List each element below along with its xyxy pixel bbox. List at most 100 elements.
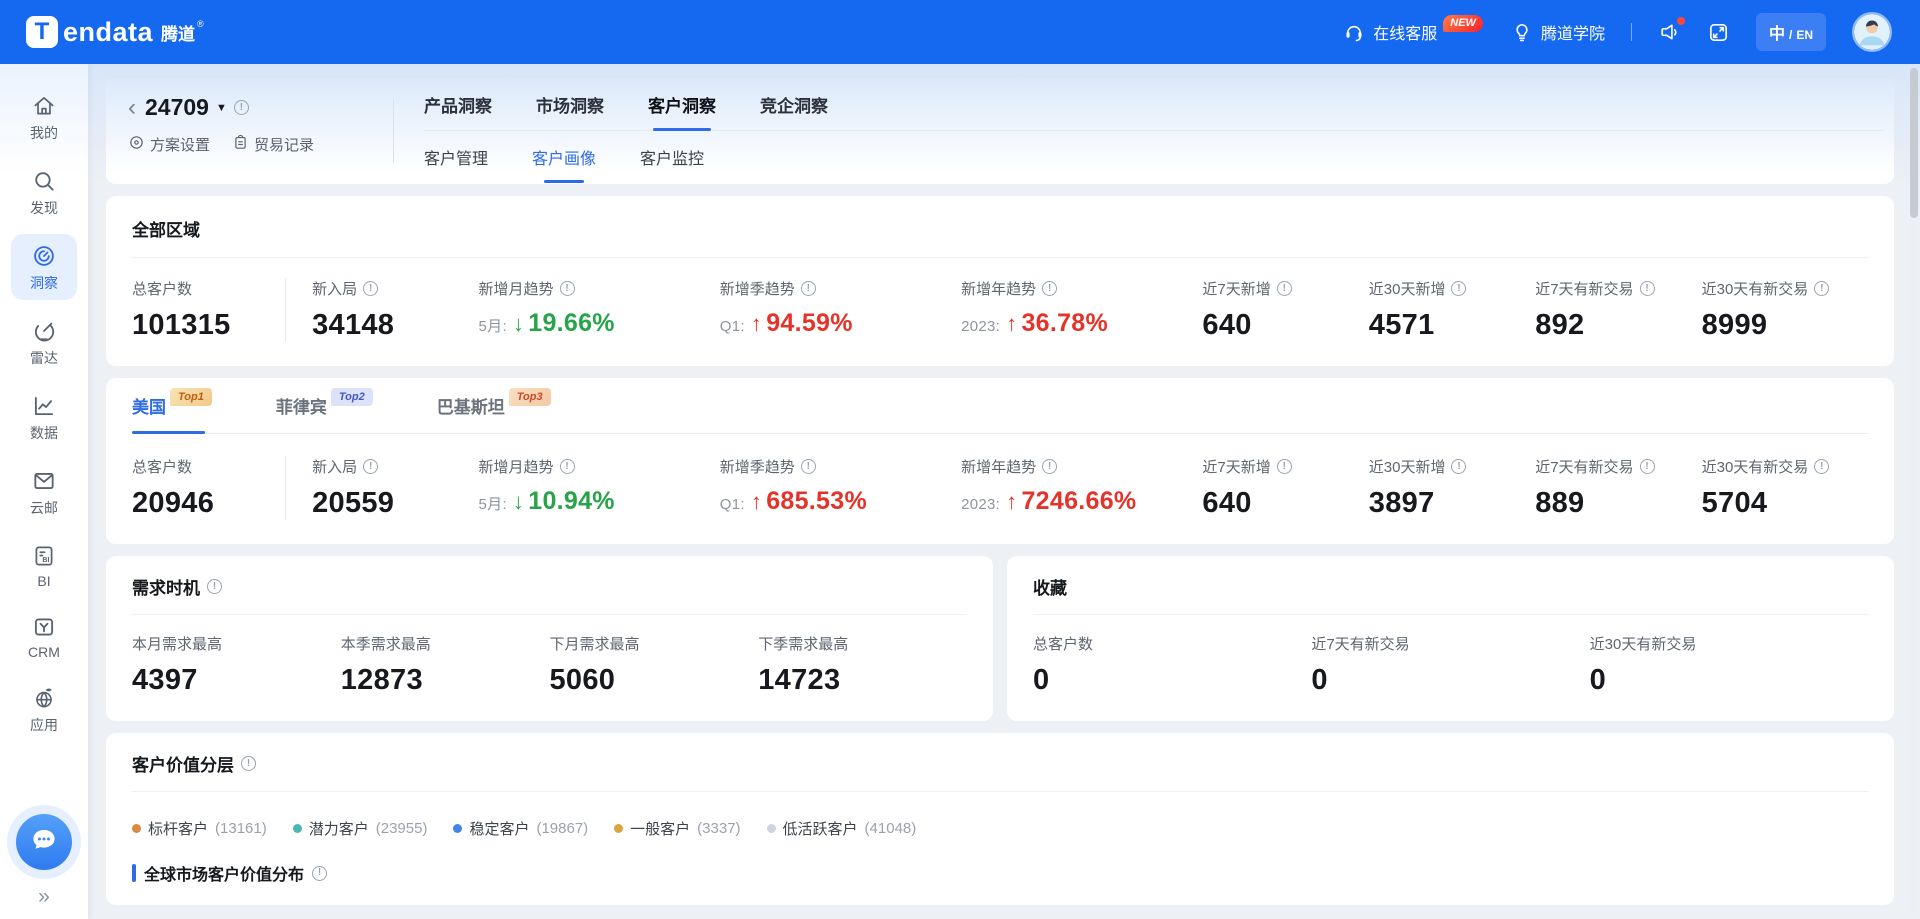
tab-customer[interactable]: 客户洞察: [648, 78, 716, 130]
info-icon[interactable]: !: [363, 281, 378, 296]
legend-item[interactable]: 低活跃客户(41048): [767, 818, 917, 839]
stat-value: 0: [1311, 664, 1589, 697]
sidebar-item-label: BI: [37, 573, 50, 589]
chat-button[interactable]: [16, 814, 72, 870]
info-icon[interactable]: !: [1640, 281, 1655, 296]
language-toggle[interactable]: 中 / EN: [1756, 13, 1826, 51]
stat-label-text: 近30天新增: [1369, 456, 1446, 477]
fullscreen-icon[interactable]: [1707, 21, 1730, 44]
info-icon[interactable]: !: [560, 281, 575, 296]
tab-label: 产品洞察: [424, 92, 492, 117]
all-regions-stats: 总客户数101315新入局!34148新增月趋势!5月:↓19.66%新增季趋势…: [132, 278, 1868, 342]
rank-badge: Top2: [331, 388, 373, 406]
stat-quarter-peak: 本季需求最高12873: [341, 633, 550, 697]
legend-item[interactable]: 潜力客户(23955): [293, 818, 428, 839]
topbar: T endata 腾道 ® 在线客服 NEW: [0, 0, 1920, 64]
tab-label: 菲律宾: [276, 393, 327, 418]
legend-item[interactable]: 标杆客户(13161): [132, 818, 267, 839]
stat-value: Q1:↑94.59%: [720, 309, 961, 338]
lang-zh: 中: [1769, 20, 1785, 44]
online-service-button[interactable]: 在线客服 NEW: [1343, 20, 1485, 44]
plan-settings-button[interactable]: 方案设置: [128, 134, 210, 155]
country-tab-philippines[interactable]: 菲律宾Top2: [276, 378, 373, 433]
info-icon[interactable]: !: [1814, 281, 1829, 296]
info-icon[interactable]: !: [1277, 459, 1292, 474]
scrollbar[interactable]: [1910, 68, 1918, 913]
subtab-monitor[interactable]: 客户监控: [640, 131, 704, 183]
stat-label: 近7天新增!: [1202, 278, 1368, 299]
stat-value: 12873: [341, 664, 550, 697]
trend-period: 5月:: [479, 315, 507, 336]
stat-label: 近30天新增!: [1369, 278, 1535, 299]
sidebar-item-data[interactable]: 数据: [11, 384, 77, 450]
rank-badge: Top3: [509, 388, 551, 406]
stat-new-7d: 近7天新增!640: [1202, 278, 1368, 342]
stat-label: 近7天有新交易: [1311, 633, 1589, 654]
info-icon[interactable]: !: [363, 459, 378, 474]
subtab-manage[interactable]: 客户管理: [424, 131, 488, 183]
plan-id-dropdown[interactable]: 24709: [145, 94, 209, 121]
academy-button[interactable]: 腾道学院: [1511, 20, 1605, 44]
info-icon[interactable]: !: [1640, 459, 1655, 474]
announcement-icon[interactable]: [1658, 21, 1681, 44]
favorites-card: 收藏 总客户数0近7天有新交易0近30天有新交易0: [1007, 556, 1894, 721]
sidebar-item-radar[interactable]: 雷达: [11, 309, 77, 375]
sidebar-item-insight[interactable]: 洞察: [11, 234, 77, 300]
collapse-sidebar-button[interactable]: »: [38, 886, 50, 907]
tab-product[interactable]: 产品洞察: [424, 78, 492, 130]
tab-market[interactable]: 市场洞察: [536, 78, 604, 130]
legend-item[interactable]: 稳定客户(19867): [453, 818, 588, 839]
country-tab-usa[interactable]: 美国Top1: [132, 378, 212, 433]
stat-quarterly-trend: 新增季趋势!Q1:↑94.59%: [720, 278, 961, 342]
stat-value: 8999: [1702, 309, 1868, 342]
info-icon[interactable]: !: [234, 100, 249, 115]
info-icon[interactable]: !: [207, 579, 222, 594]
sidebar-item-home[interactable]: 我的: [11, 84, 77, 150]
svg-text:BI: BI: [42, 557, 49, 564]
stat-label-text: 新增年趋势: [961, 278, 1036, 299]
legend-item[interactable]: 一般客户(3337): [614, 818, 740, 839]
stat-value: 5060: [550, 664, 759, 697]
trend-percent: 36.78%: [1021, 309, 1108, 338]
subtab-profile[interactable]: 客户画像: [532, 131, 596, 183]
mail-icon: [31, 468, 57, 494]
trend-up-arrow-icon: ↑: [1006, 489, 1017, 515]
info-icon[interactable]: !: [1042, 459, 1057, 474]
info-icon[interactable]: !: [801, 281, 816, 296]
scrollbar-thumb[interactable]: [1910, 68, 1918, 218]
sidebar-item-apps[interactable]: 应用: [11, 676, 77, 742]
user-avatar[interactable]: [1852, 12, 1892, 52]
sidebar-item-discover[interactable]: 发现: [11, 159, 77, 225]
stat-label: 近7天有新交易!: [1535, 278, 1701, 299]
info-icon[interactable]: !: [801, 459, 816, 474]
trend-down-arrow-icon: ↓: [513, 311, 524, 337]
info-icon[interactable]: !: [560, 459, 575, 474]
country-tab-pakistan[interactable]: 巴基斯坦Top3: [437, 378, 551, 433]
info-icon[interactable]: !: [1451, 459, 1466, 474]
insight-icon: [31, 243, 57, 269]
tendata-logo[interactable]: T endata 腾道 ®: [26, 16, 204, 48]
chevron-down-icon[interactable]: ▼: [216, 102, 227, 114]
tab-rival[interactable]: 竞企洞察: [760, 78, 828, 130]
sidebar-item-bi[interactable]: BI BI: [11, 534, 77, 596]
info-icon[interactable]: !: [1042, 281, 1057, 296]
trade-records-button[interactable]: 贸易记录: [232, 134, 314, 155]
gear-icon: [128, 134, 145, 155]
trend-up-arrow-icon: ↑: [751, 311, 762, 337]
apps-icon: [31, 685, 57, 711]
info-icon[interactable]: !: [1451, 281, 1466, 296]
trend-period: Q1:: [720, 318, 745, 335]
sidebar-item-crm[interactable]: CRM: [11, 605, 77, 667]
info-icon[interactable]: !: [1814, 459, 1829, 474]
stat-value: 3897: [1369, 487, 1535, 520]
back-button[interactable]: ‹: [128, 96, 136, 120]
home-icon: [31, 93, 57, 119]
info-icon[interactable]: !: [241, 756, 256, 771]
stat-label-text: 总客户数: [132, 456, 192, 477]
stat-value: 101315: [132, 309, 285, 342]
stat-deals-7d: 近7天有新交易!889: [1535, 456, 1701, 520]
info-icon[interactable]: !: [312, 866, 327, 881]
sidebar-item-mail[interactable]: 云邮: [11, 459, 77, 525]
info-icon[interactable]: !: [1277, 281, 1292, 296]
legend-label: 低活跃客户: [783, 818, 858, 839]
